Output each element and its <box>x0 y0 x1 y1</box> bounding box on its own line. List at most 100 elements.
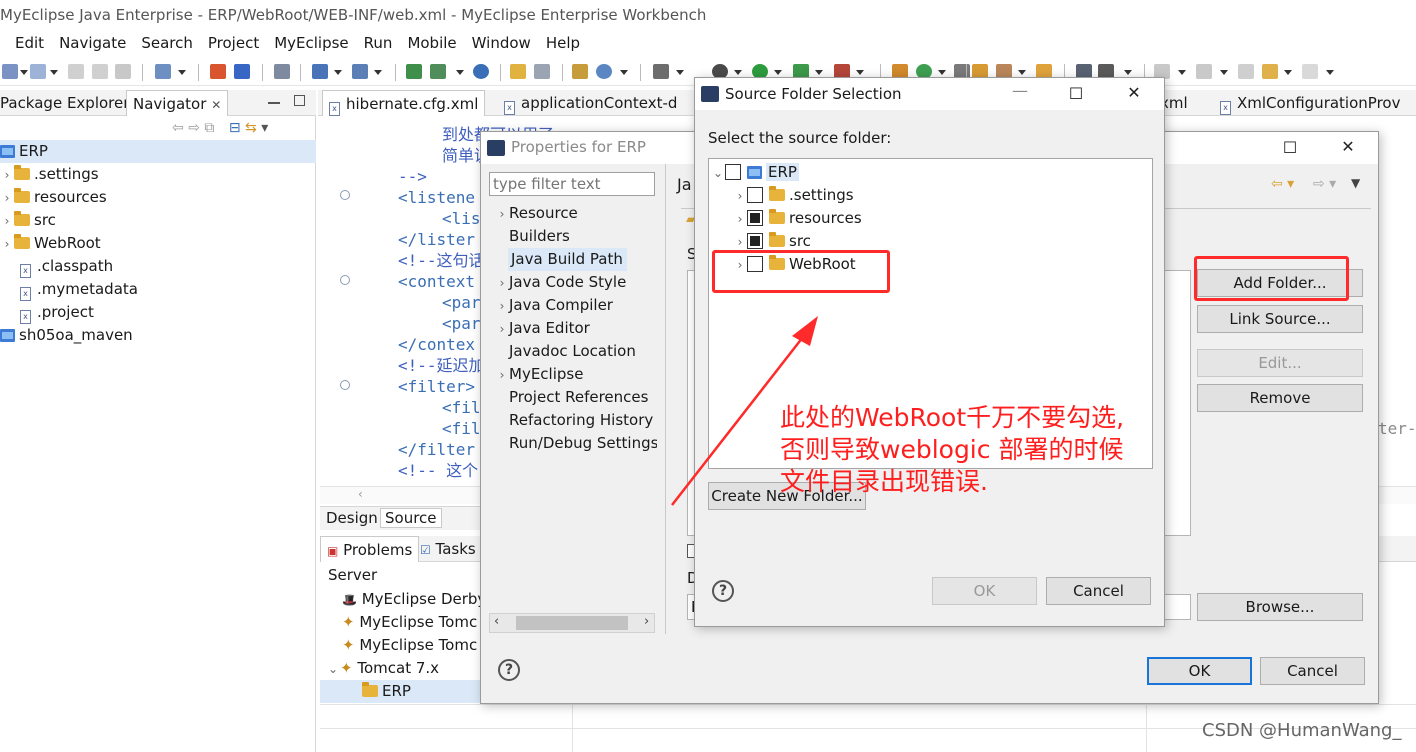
last-edit-icon[interactable] <box>1238 64 1254 79</box>
deploy-icon[interactable] <box>234 64 250 79</box>
remove-button[interactable]: Remove <box>1197 384 1363 412</box>
dropdown-arrow-icon[interactable] <box>1124 70 1132 75</box>
menu-help[interactable]: Help <box>546 34 580 52</box>
tree-item-resources[interactable]: › resources <box>0 186 107 209</box>
checkbox[interactable] <box>725 164 741 180</box>
maximize-icon[interactable]: ☐ <box>1275 138 1305 157</box>
close-icon[interactable]: ✕ <box>1333 137 1363 156</box>
run-server-icon[interactable] <box>430 64 446 79</box>
deploy-tool-icon[interactable] <box>406 64 422 79</box>
tree-item-erp[interactable]: ⌄ ERP <box>711 161 799 184</box>
chevron-right-icon[interactable]: › <box>495 295 509 318</box>
new-wizard-icon[interactable] <box>30 64 46 79</box>
scroll-thumb[interactable] <box>516 616 628 630</box>
search-wizard-icon[interactable] <box>352 64 368 79</box>
chevron-right-icon[interactable]: › <box>0 233 14 256</box>
menu-edit[interactable]: Edit <box>15 34 44 52</box>
scroll-right-icon[interactable]: › <box>644 614 649 629</box>
nav-item-resource[interactable]: › Resource <box>495 202 578 225</box>
prev-annotation-icon[interactable] <box>1196 64 1212 79</box>
tree-item-mymetadata[interactable]: x .mymetadata <box>20 278 138 301</box>
tab-problems[interactable]: ▣ Problems <box>320 536 420 562</box>
cancel-button[interactable]: Cancel <box>1260 657 1365 685</box>
link-source-button[interactable]: Link Source... <box>1197 305 1363 333</box>
dropdown-arrow-icon[interactable] <box>774 70 782 75</box>
cancel-button[interactable]: Cancel <box>1046 577 1151 605</box>
tab-package-explorer[interactable]: Package Explorer <box>0 90 135 116</box>
close-icon[interactable]: ✕ <box>211 98 221 112</box>
dropdown-arrow-icon[interactable] <box>456 70 464 75</box>
chevron-right-icon[interactable]: › <box>495 272 509 295</box>
nav-item-myeclipse[interactable]: › MyEclipse <box>495 363 584 387</box>
tab-design[interactable]: Design <box>326 509 378 527</box>
server-icon[interactable] <box>274 64 290 79</box>
task-icon[interactable] <box>572 64 588 79</box>
view-menu-icon[interactable]: ▼ <box>1351 176 1360 190</box>
maximize-icon[interactable]: ☐ <box>1061 84 1091 103</box>
fold-marker-icon[interactable] <box>340 190 350 200</box>
web-browser-icon[interactable] <box>596 64 612 79</box>
tree-item-project[interactable]: x .project <box>20 301 94 324</box>
browse-button[interactable]: Browse... <box>1197 593 1363 621</box>
chevron-right-icon[interactable]: › <box>0 210 14 233</box>
edit-button[interactable]: Edit... <box>1197 349 1363 377</box>
chevron-down-icon[interactable]: ⌄ <box>326 658 340 681</box>
minimize-icon[interactable]: — <box>1005 81 1035 100</box>
package-icon[interactable] <box>534 64 550 79</box>
scroll-left-icon[interactable]: ‹ <box>358 487 363 501</box>
open-perspective-icon[interactable] <box>155 64 171 79</box>
collapse-all-icon[interactable]: ⊟ <box>229 120 241 136</box>
forward-icon[interactable] <box>1302 64 1318 79</box>
up-icon[interactable]: ⧉ <box>204 120 214 136</box>
tab-application-context[interactable]: x applicationContext-d <box>498 90 683 116</box>
dropdown-arrow-icon[interactable] <box>1178 70 1186 75</box>
chevron-right-icon[interactable]: › <box>495 203 509 226</box>
save-all-icon[interactable] <box>92 64 108 79</box>
tab-xml-configuration[interactable]: x XmlConfigurationProv <box>1214 90 1406 116</box>
tree-item-src[interactable]: › src <box>0 209 56 232</box>
nav-item-java-code-style[interactable]: › Java Code Style <box>495 271 627 295</box>
checkbox[interactable] <box>747 187 763 203</box>
dropdown-arrow-icon[interactable] <box>856 70 864 75</box>
view-menu-icon[interactable]: ▾ <box>261 120 268 136</box>
tab-navigator[interactable]: Navigator ✕ <box>126 90 229 116</box>
tree-item-settings[interactable]: › .settings <box>733 184 854 207</box>
run-wizard-icon[interactable] <box>312 64 328 79</box>
dropdown-arrow-icon[interactable] <box>20 70 28 75</box>
menu-navigate[interactable]: Navigate <box>59 34 126 52</box>
dropdown-arrow-icon[interactable] <box>334 70 342 75</box>
nav-item-javadoc-location[interactable]: Javadoc Location <box>509 340 636 363</box>
chevron-right-icon[interactable]: › <box>495 318 509 341</box>
forward-arrow-icon[interactable]: ⇨ <box>188 120 200 136</box>
fold-marker-icon[interactable] <box>340 275 350 285</box>
tree-item-erp[interactable]: ERP <box>0 140 316 163</box>
minimize-icon[interactable] <box>268 102 280 104</box>
back-arrow-icon[interactable]: ⇦ <box>172 120 184 136</box>
checkbox[interactable] <box>747 210 763 226</box>
nav-scrollbar[interactable]: ‹ › <box>489 613 655 633</box>
menu-search[interactable]: Search <box>141 34 193 52</box>
nav-item-refactoring-history[interactable]: Refactoring History <box>509 409 653 432</box>
dropdown-arrow-icon[interactable] <box>938 70 946 75</box>
menu-mobile[interactable]: Mobile <box>407 34 456 52</box>
help-icon[interactable]: ? <box>498 659 520 681</box>
fold-marker-icon[interactable] <box>340 380 350 390</box>
server-row[interactable]: ✦ MyEclipse Tomc <box>342 611 477 634</box>
open-folder-icon[interactable] <box>510 64 526 79</box>
scroll-left-icon[interactable]: ‹ <box>494 614 499 629</box>
ejb-icon[interactable] <box>210 64 226 79</box>
nav-item-run-debug-settings[interactable]: Run/Debug Settings <box>509 432 657 455</box>
server-row-erp[interactable]: ERP <box>320 680 480 703</box>
chevron-down-icon[interactable]: ⌄ <box>711 162 725 185</box>
dropdown-arrow-icon[interactable] <box>1326 70 1334 75</box>
dropdown-arrow-icon[interactable] <box>178 70 186 75</box>
save-icon[interactable] <box>68 64 84 79</box>
ok-button[interactable]: OK <box>932 577 1037 605</box>
chevron-right-icon[interactable]: › <box>733 185 747 208</box>
filter-input[interactable] <box>489 172 655 196</box>
chevron-right-icon[interactable]: › <box>495 364 509 387</box>
menu-window[interactable]: Window <box>472 34 531 52</box>
back-nav-icon[interactable]: ⇦ ▾ <box>1271 176 1294 192</box>
nav-item-java-compiler[interactable]: › Java Compiler <box>495 294 613 317</box>
nav-item-builders[interactable]: Builders <box>509 225 570 248</box>
